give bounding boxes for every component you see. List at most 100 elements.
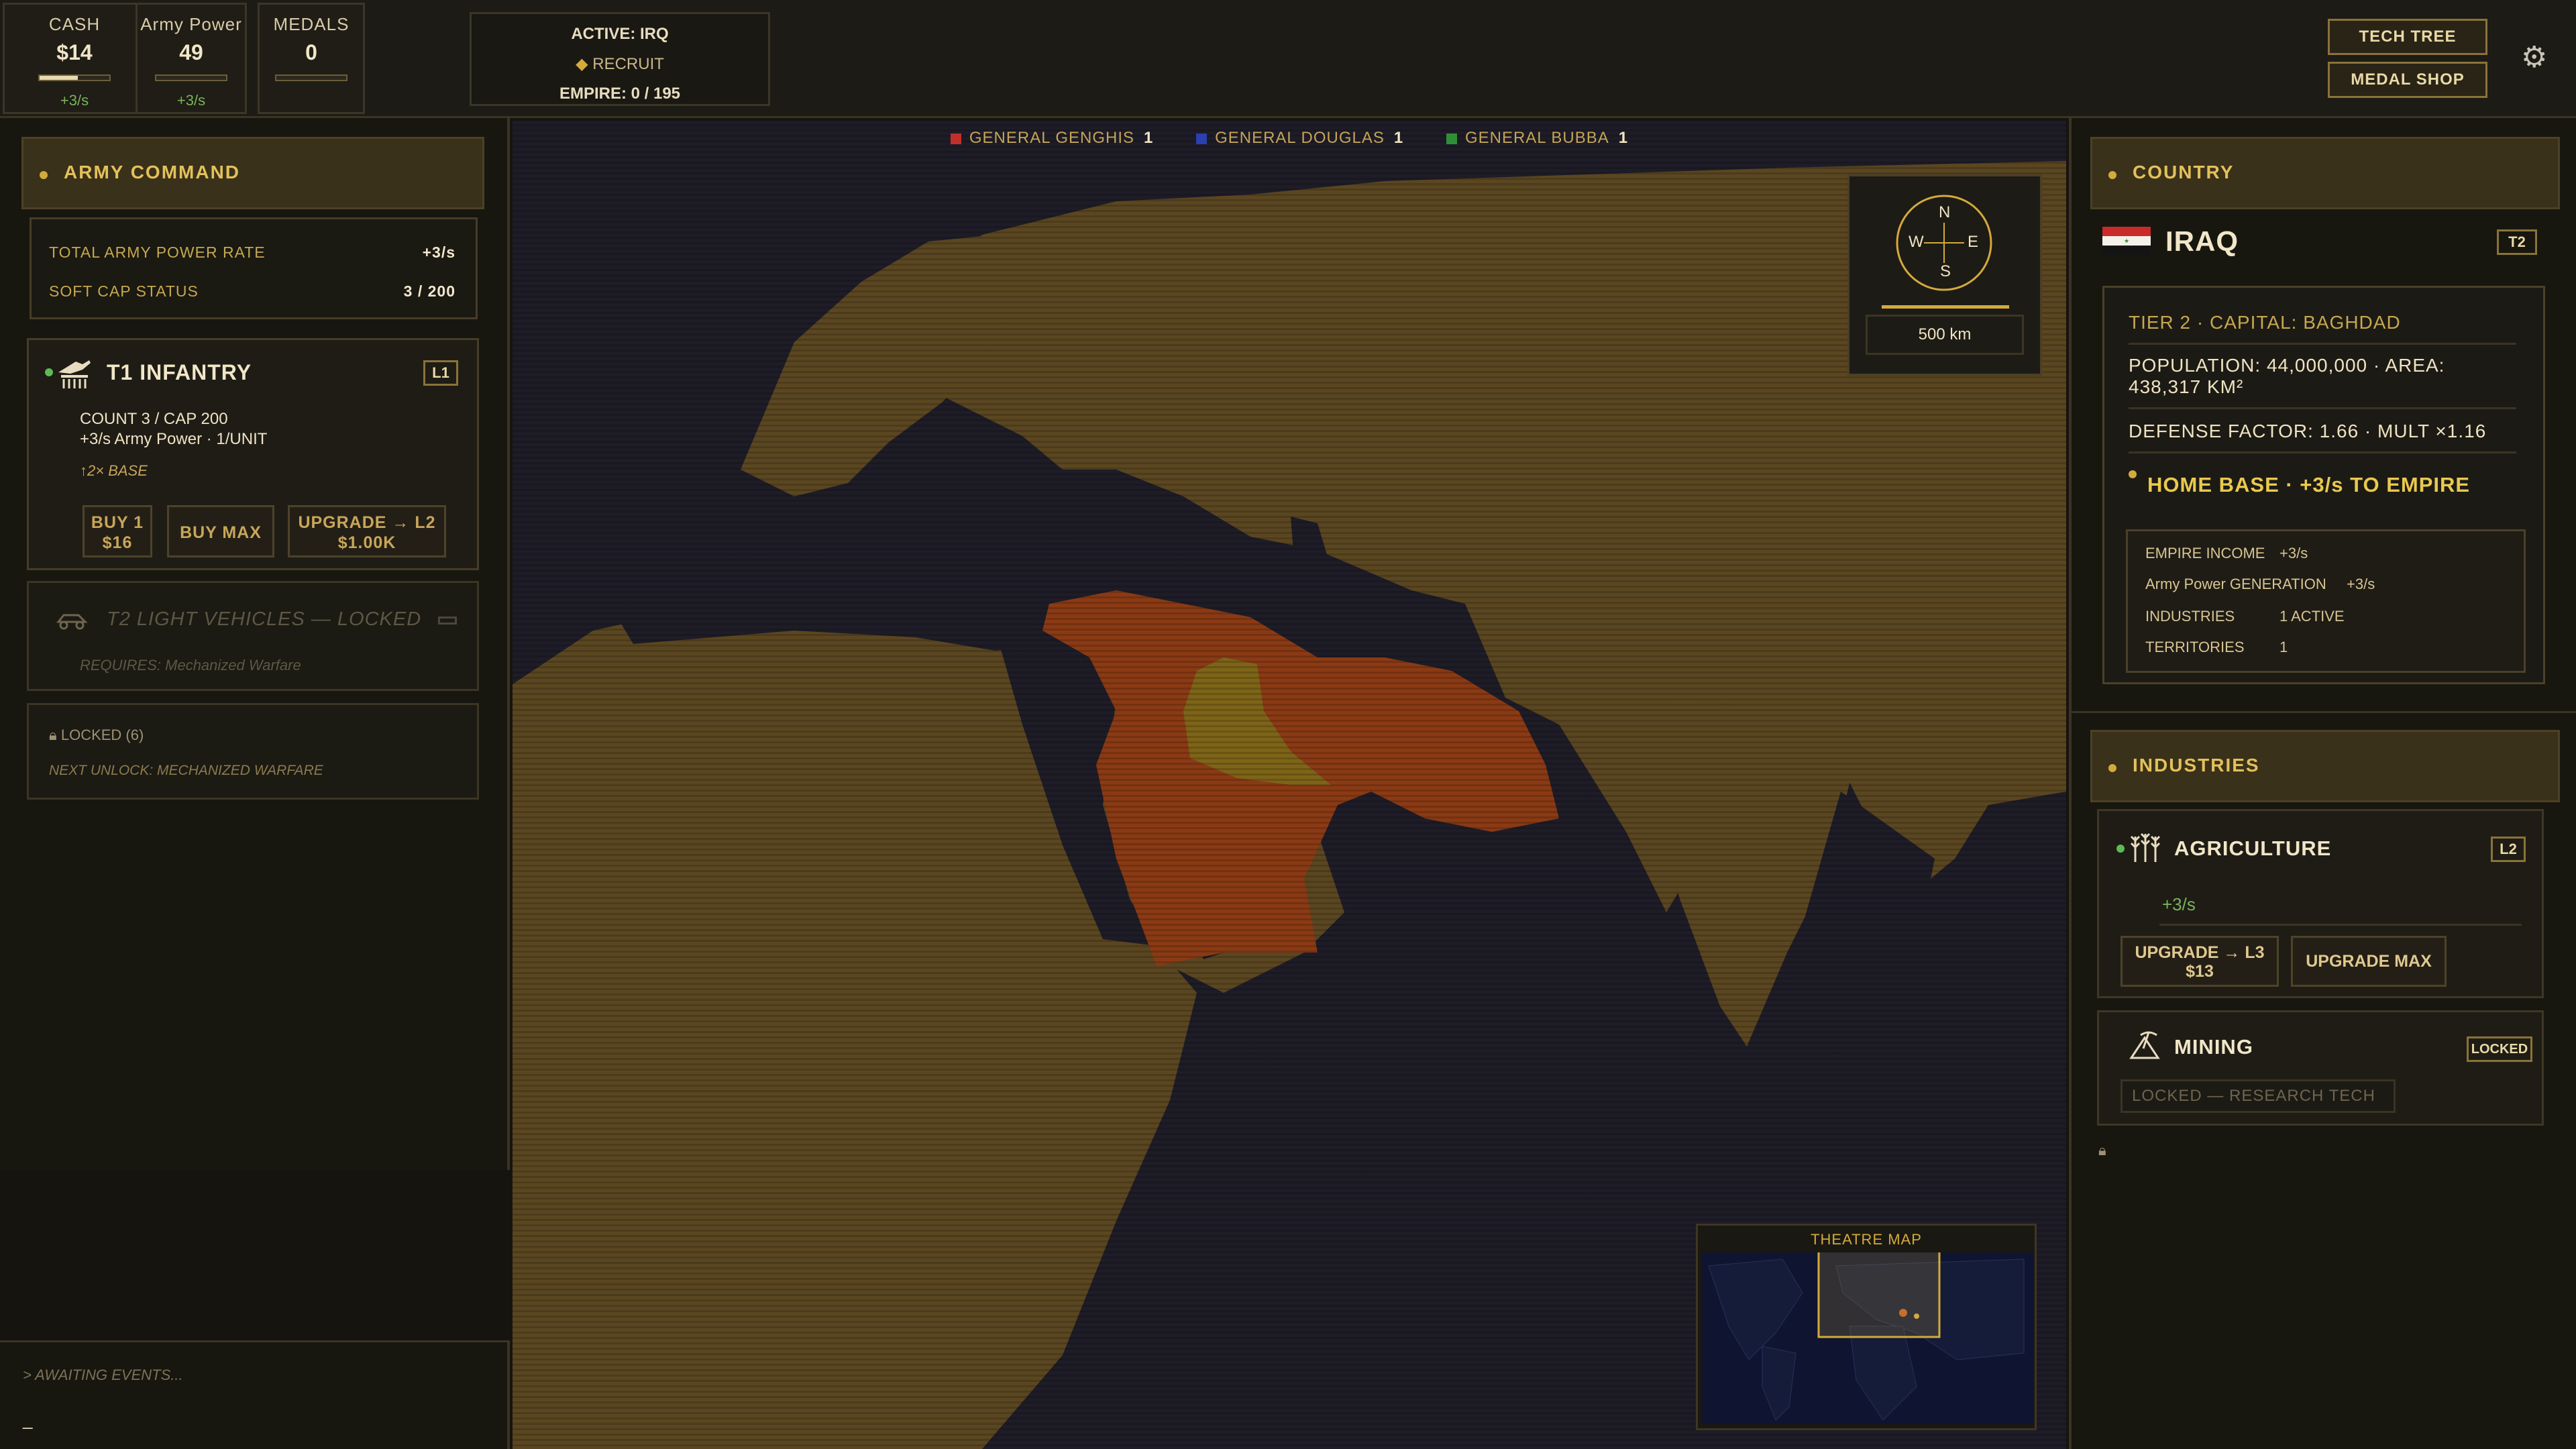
world-map[interactable]: GENERAL GENGHIS 1 GENERAL DOUGLAS 1 GENERA…: [513, 121, 2066, 1449]
soft-cap-row: SOFT CAP STATUS 3 / 200: [49, 282, 455, 301]
recruit-button[interactable]: ◆ RECRUIT: [472, 54, 768, 74]
rate-value: +3/s: [422, 244, 455, 261]
general-genghis[interactable]: GENERAL GENGHIS 1: [950, 129, 1154, 148]
population-area-line1: POPULATION: 44,000,000 · AREA:: [2129, 355, 2445, 376]
army-power-generation-label: Army Power GENERATION: [2145, 576, 2326, 592]
infantry-count: COUNT 3 / CAP 200: [80, 410, 228, 428]
general-color-swatch: [950, 133, 961, 144]
industries-row: INDUSTRIES 1 ACTIVE: [2145, 608, 2345, 625]
tier-badge: T2: [2497, 229, 2537, 255]
agriculture-level-badge: L2: [2491, 837, 2526, 862]
army-power-progress: [155, 74, 227, 81]
gear-icon[interactable]: ⚙: [2521, 40, 2547, 74]
industries-header: INDUSTRIES: [2090, 730, 2560, 802]
general-color-swatch: [1196, 133, 1208, 144]
empire-income-row: EMPIRE INCOME +3/s: [2145, 545, 2308, 562]
army-power-rate-row: TOTAL ARMY POWER RATE +3/s: [49, 244, 455, 262]
infantry-icon: [58, 360, 91, 388]
upgrade-agriculture-button[interactable]: UPGRADE → L3 $13: [2121, 936, 2279, 987]
iraq-flag-icon: ★: [2102, 227, 2151, 255]
medals-stat: MEDALS 0: [258, 3, 365, 114]
army-power-stat: Army Power 49 +3/s: [136, 3, 247, 114]
locked-title: 🔒︎ LOCKED (6): [49, 727, 144, 744]
country-panel: COUNTRY ★ IRAQ T2 TIER 2 · CAPITAL: BAGH…: [2069, 118, 2576, 1449]
army-command-header: ARMY COMMAND: [21, 137, 484, 209]
cash-rate: +3/s: [60, 92, 89, 109]
buy-1-label: BUY 1: [91, 513, 144, 532]
generals-bar: GENERAL GENGHIS 1 GENERAL DOUGLAS 1 GENERA…: [513, 121, 2066, 152]
industries-header-title: INDUSTRIES: [2133, 755, 2260, 775]
infantry-power: +3/s Army Power · 1/UNIT: [80, 430, 268, 448]
soft-cap-value: 3 / 200: [403, 282, 455, 300]
upgrade-agriculture-price: $13: [2186, 962, 2214, 981]
locked-title-text: LOCKED (6): [60, 727, 144, 743]
light-vehicles-card: T2 LIGHT VEHICLES — LOCKED REQUIRES: Mec…: [27, 581, 479, 691]
medal-shop-button[interactable]: MEDAL SHOP: [2328, 62, 2487, 98]
collapse-icon[interactable]: [438, 616, 457, 625]
compass-e: E: [1968, 233, 1979, 251]
general-name: GENERAL GENGHIS: [969, 129, 1135, 147]
header-dot-icon: [40, 171, 48, 179]
compass-widget: N S E W 500 km: [1847, 174, 2042, 376]
defense-multiplier: DEFENSE FACTOR: 1.66 · MULT ×1.16: [2129, 421, 2516, 453]
agriculture-card: AGRICULTURE L2 +3/s UPGRADE → L3 $13 UPG…: [2097, 809, 2544, 998]
army-power-value: 49: [179, 40, 203, 64]
upgrade-max-button[interactable]: UPGRADE MAX: [2291, 936, 2447, 987]
divider: [2072, 711, 2576, 713]
cash-progress: [38, 74, 111, 81]
medals-progress: [275, 74, 347, 81]
country-name: IRAQ: [2165, 225, 2239, 257]
army-power-generation-value: +3/s: [2347, 576, 2375, 592]
theatre-minimap[interactable]: THEATRE MAP: [1696, 1224, 2037, 1430]
locked-units-card: 🔒︎ LOCKED (6) NEXT UNLOCK: MECHANIZED WA…: [27, 703, 479, 800]
scale-label: 500 km: [1866, 315, 2024, 355]
recruit-label: RECRUIT: [592, 55, 664, 73]
console-line: > AWAITING EVENTS...: [23, 1366, 183, 1383]
medals-value: 0: [305, 40, 317, 64]
mining-title: MINING: [2174, 1035, 2253, 1059]
country-details: TIER 2 · CAPITAL: BAGHDAD POPULATION: 44…: [2102, 286, 2545, 684]
buy-1-button[interactable]: BUY 1 $16: [83, 505, 152, 557]
army-power-label: Army Power: [140, 14, 242, 34]
tier-capital: TIER 2 · CAPITAL: BAGHDAD: [2129, 312, 2516, 345]
theatre-title: THEATRE MAP: [1811, 1231, 1922, 1248]
empire-summary: EMPIRE INCOME +3/s Army Power GENERATION +…: [2126, 529, 2526, 673]
lock-icon: 🔒︎: [2098, 1142, 2106, 1159]
active-status-dot: [2116, 845, 2125, 853]
buy-max-button[interactable]: BUY MAX: [167, 505, 274, 557]
lock-icon: 🔒︎: [49, 727, 57, 743]
cash-label: CASH: [48, 14, 101, 34]
mining-locked-button[interactable]: LOCKED — RESEARCH TECH: [2121, 1079, 2396, 1113]
general-douglas[interactable]: GENERAL DOUGLAS 1: [1196, 129, 1403, 148]
minimap-viewport[interactable]: [1817, 1252, 1941, 1338]
general-bubba[interactable]: GENERAL BUBBA 1: [1446, 129, 1628, 148]
soft-cap-label: SOFT CAP STATUS: [49, 282, 199, 300]
header-dot-icon: [2108, 171, 2116, 179]
army-power-generation-row: Army Power GENERATION +3/s: [2145, 576, 2375, 593]
minimap-canvas[interactable]: [1702, 1252, 2033, 1424]
vehicles-requires: REQUIRES: Mechanized Warfare: [80, 657, 301, 674]
infantry-bonus: ↑2× BASE: [80, 462, 148, 479]
upgrade-infantry-button[interactable]: UPGRADE → L2 $1.00K: [288, 505, 446, 557]
country-header-title: COUNTRY: [2133, 162, 2235, 182]
army-command-panel: ARMY COMMAND TOTAL ARMY POWER RATE +3/s …: [0, 118, 510, 1170]
territories-label: TERRITORIES: [2145, 639, 2245, 655]
population-area: POPULATION: 44,000,000 · AREA: 438,317 K…: [2129, 355, 2516, 409]
population-area-line2: 438,317 KM²: [2129, 376, 2244, 397]
general-count: 1: [1144, 129, 1154, 147]
mining-icon: [2129, 1031, 2160, 1059]
territories-value: 1: [2279, 639, 2288, 655]
vehicle-icon: [56, 614, 88, 630]
tech-tree-button[interactable]: TECH TREE: [2328, 19, 2487, 55]
general-color-swatch: [1446, 133, 1457, 144]
buy-1-price: $16: [102, 533, 133, 552]
top-bar: CASH $14 +3/s Army Power 49 +3/s MEDALS …: [0, 0, 2576, 118]
rate-label: TOTAL ARMY POWER RATE: [49, 244, 266, 261]
agriculture-rate: +3/s: [2162, 894, 2196, 914]
general-name: GENERAL BUBBA: [1464, 129, 1609, 147]
console-cursor[interactable]: _: [23, 1409, 32, 1430]
scale-bar: [1882, 305, 2009, 309]
medals-label: MEDALS: [273, 14, 350, 34]
empire-count: EMPIRE: 0 / 195: [559, 85, 681, 103]
cash-stat: CASH $14 +3/s: [3, 3, 146, 114]
